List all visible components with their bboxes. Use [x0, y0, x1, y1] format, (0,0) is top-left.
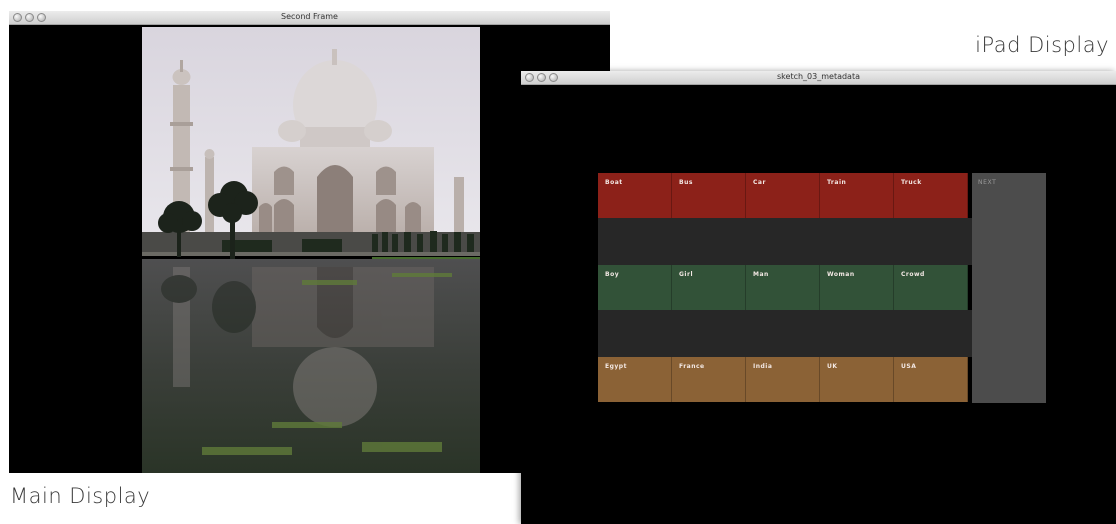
tag-bus[interactable]: Bus — [672, 173, 746, 218]
taj-mahal-illustration — [142, 27, 480, 473]
tag-egypt[interactable]: Egypt — [598, 357, 672, 402]
country-tag-row: Egypt France India UK USA — [598, 357, 968, 402]
row-spacer — [598, 218, 972, 265]
main-window-titlebar[interactable]: Second Frame — [9, 11, 610, 25]
tag-train[interactable]: Train — [820, 173, 894, 218]
tag-usa[interactable]: USA — [894, 357, 968, 402]
tag-india[interactable]: India — [746, 357, 820, 402]
tag-boy[interactable]: Boy — [598, 265, 672, 310]
taj-mahal-photo — [142, 27, 480, 473]
next-button[interactable]: NEXT — [972, 173, 1046, 403]
tag-man[interactable]: Man — [746, 265, 820, 310]
tag-truck[interactable]: Truck — [894, 173, 968, 218]
tag-crowd[interactable]: Crowd — [894, 265, 968, 310]
ipad-window-titlebar[interactable]: sketch_03_metadata — [521, 71, 1116, 85]
main-window-title: Second Frame — [281, 12, 338, 21]
tag-france[interactable]: France — [672, 357, 746, 402]
main-display-caption: Main Display — [10, 484, 151, 508]
ipad-display-window: sketch_03_metadata Boat Bus Car Train Tr… — [521, 71, 1116, 524]
tag-uk[interactable]: UK — [820, 357, 894, 402]
tag-girl[interactable]: Girl — [672, 265, 746, 310]
ipad-display-caption: iPad Display — [975, 33, 1109, 57]
tag-car[interactable]: Car — [746, 173, 820, 218]
people-tag-row: Boy Girl Man Woman Crowd — [598, 265, 968, 310]
vehicle-tag-row: Boat Bus Car Train Truck — [598, 173, 968, 218]
row-spacer — [598, 310, 972, 357]
main-display-window: Second Frame — [9, 11, 610, 473]
tag-boat[interactable]: Boat — [598, 173, 672, 218]
tag-woman[interactable]: Woman — [820, 265, 894, 310]
ipad-window-title: sketch_03_metadata — [777, 72, 860, 81]
